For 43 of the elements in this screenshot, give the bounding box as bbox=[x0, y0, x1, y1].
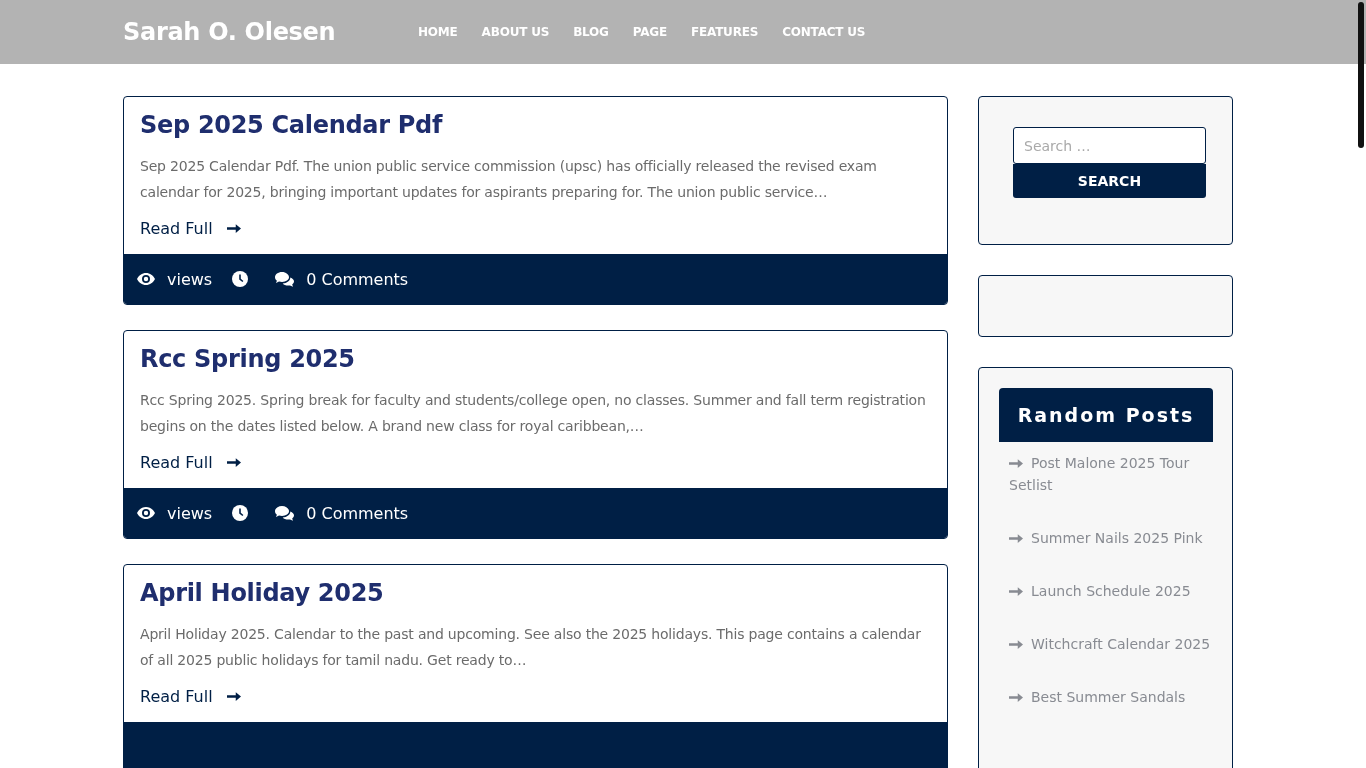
nav-link[interactable]: CONTACT US bbox=[782, 25, 866, 39]
clock-icon bbox=[232, 505, 249, 521]
nav-link[interactable]: FEATURES bbox=[691, 25, 759, 39]
random-post-link[interactable]: Best Summer Sandals bbox=[1009, 686, 1212, 708]
arrow-right-icon bbox=[1009, 459, 1023, 468]
search-button[interactable]: SEARCH bbox=[1013, 164, 1206, 198]
post-excerpt: Rcc Spring 2025. Spring break for faculty and students/college open, no classes. Summer and fall term registration begins on the dates listed below. A brand new class for royal caribbean,… bbox=[140, 391, 927, 436]
post-title[interactable]: Rcc Spring 2025 bbox=[140, 345, 931, 373]
nav-link[interactable]: HOME bbox=[418, 25, 458, 39]
comments-icon bbox=[275, 271, 295, 287]
site-title[interactable]: Sarah O. Olesen bbox=[123, 18, 418, 46]
widget-heading: Random Posts bbox=[999, 388, 1213, 442]
arrow-right-icon bbox=[226, 692, 241, 701]
arrow-right-icon bbox=[1009, 693, 1023, 702]
random-post-link[interactable]: Summer Nails 2025 Pink bbox=[1009, 527, 1212, 549]
post-excerpt: April Holiday 2025. Calendar to the past and upcoming. See also the 2025 holidays. This page contains a calendar of all 2025 public holidays for tamil nadu. Get ready to… bbox=[140, 625, 922, 670]
arrow-right-icon bbox=[226, 224, 241, 233]
comments-icon bbox=[275, 505, 295, 521]
nav-link[interactable]: BLOG bbox=[573, 25, 609, 39]
arrow-right-icon bbox=[1009, 534, 1023, 543]
post-title[interactable]: Sep 2025 Calendar Pdf bbox=[140, 111, 931, 139]
views-label: views bbox=[167, 503, 213, 523]
eye-icon bbox=[137, 273, 155, 285]
eye-icon bbox=[137, 507, 155, 519]
random-post-link[interactable]: Post Malone 2025 Tour Setlist bbox=[1009, 452, 1212, 496]
read-more-link[interactable]: Read Full bbox=[140, 453, 241, 472]
arrow-right-icon bbox=[1009, 587, 1023, 596]
post-excerpt: Sep 2025 Calendar Pdf. The union public service commission (upsc) has officially released the revised exam calendar for 2025, bringing important updates for aspirants preparing for. The union public service… bbox=[140, 157, 878, 202]
read-more-link[interactable]: Read Full bbox=[140, 687, 241, 706]
random-post-link[interactable]: Launch Schedule 2025 bbox=[1009, 580, 1212, 602]
scrollbar-thumb[interactable] bbox=[1358, 2, 1364, 148]
post-title[interactable]: April Holiday 2025 bbox=[140, 579, 931, 607]
search-field[interactable]: Search … bbox=[1013, 127, 1206, 164]
nav-link[interactable]: ABOUT US bbox=[481, 25, 550, 39]
read-more-link[interactable]: Read Full bbox=[140, 219, 241, 238]
clock-icon bbox=[232, 271, 249, 287]
random-post-link[interactable]: Witchcraft Calendar 2025 bbox=[1009, 633, 1212, 655]
arrow-right-icon bbox=[1009, 640, 1023, 649]
comments-count[interactable]: 0 Comments bbox=[306, 503, 409, 523]
arrow-right-icon bbox=[226, 458, 241, 467]
comments-count[interactable]: 0 Comments bbox=[306, 269, 409, 289]
nav-link[interactable]: PAGE bbox=[632, 25, 667, 39]
views-label: views bbox=[167, 269, 213, 289]
